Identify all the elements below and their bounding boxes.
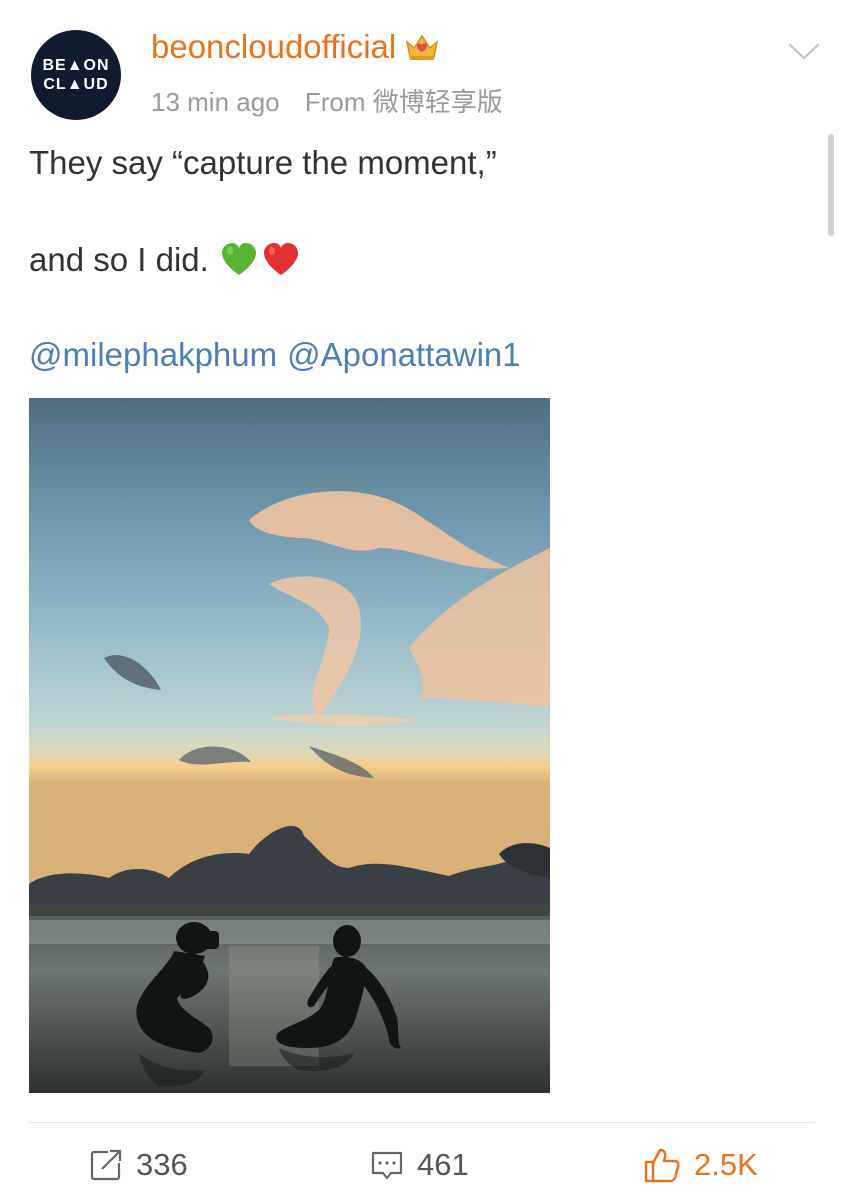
mention-link[interactable]: @Aponattawin1 bbox=[287, 336, 520, 373]
mention-link[interactable]: @milephakphum bbox=[29, 336, 277, 373]
share-button[interactable]: 336 bbox=[88, 1140, 188, 1190]
like-button[interactable]: 2.5K bbox=[642, 1140, 758, 1190]
mentions: @milephakphum @Aponattawin1 bbox=[29, 336, 521, 374]
share-count: 336 bbox=[136, 1147, 188, 1182]
post-meta: 13 min ago From 微博轻享版 bbox=[151, 82, 503, 119]
post-text-line-1: They say “capture the moment,” bbox=[29, 144, 497, 181]
post-text-line-2: and so I did. bbox=[29, 241, 209, 278]
post-photo[interactable] bbox=[29, 398, 550, 1093]
chevron-down-icon[interactable] bbox=[784, 34, 824, 70]
share-icon bbox=[88, 1147, 124, 1183]
comment-count: 461 bbox=[417, 1147, 469, 1182]
avatar[interactable]: BE▲ON CL▲UD bbox=[31, 30, 121, 120]
crown-badge-icon bbox=[404, 32, 440, 62]
comment-button[interactable]: 461 bbox=[369, 1140, 469, 1190]
divider bbox=[29, 1122, 815, 1123]
username[interactable]: beoncloudofficial bbox=[151, 28, 396, 66]
thumbs-up-icon bbox=[642, 1145, 682, 1185]
avatar-logo-line2: CL▲UD bbox=[43, 76, 109, 93]
username-row: beoncloudofficial bbox=[151, 28, 440, 66]
green-heart-icon bbox=[219, 240, 259, 280]
scrollbar[interactable] bbox=[828, 134, 834, 236]
post-time: 13 min ago bbox=[151, 87, 280, 117]
red-heart-icon bbox=[261, 240, 301, 280]
avatar-logo-line1: BE▲ON bbox=[42, 57, 110, 74]
post-source[interactable]: From 微博轻享版 bbox=[305, 87, 503, 117]
post-text-line-2-row: and so I did. bbox=[29, 240, 301, 280]
like-count: 2.5K bbox=[694, 1147, 758, 1182]
comment-icon bbox=[369, 1147, 405, 1183]
